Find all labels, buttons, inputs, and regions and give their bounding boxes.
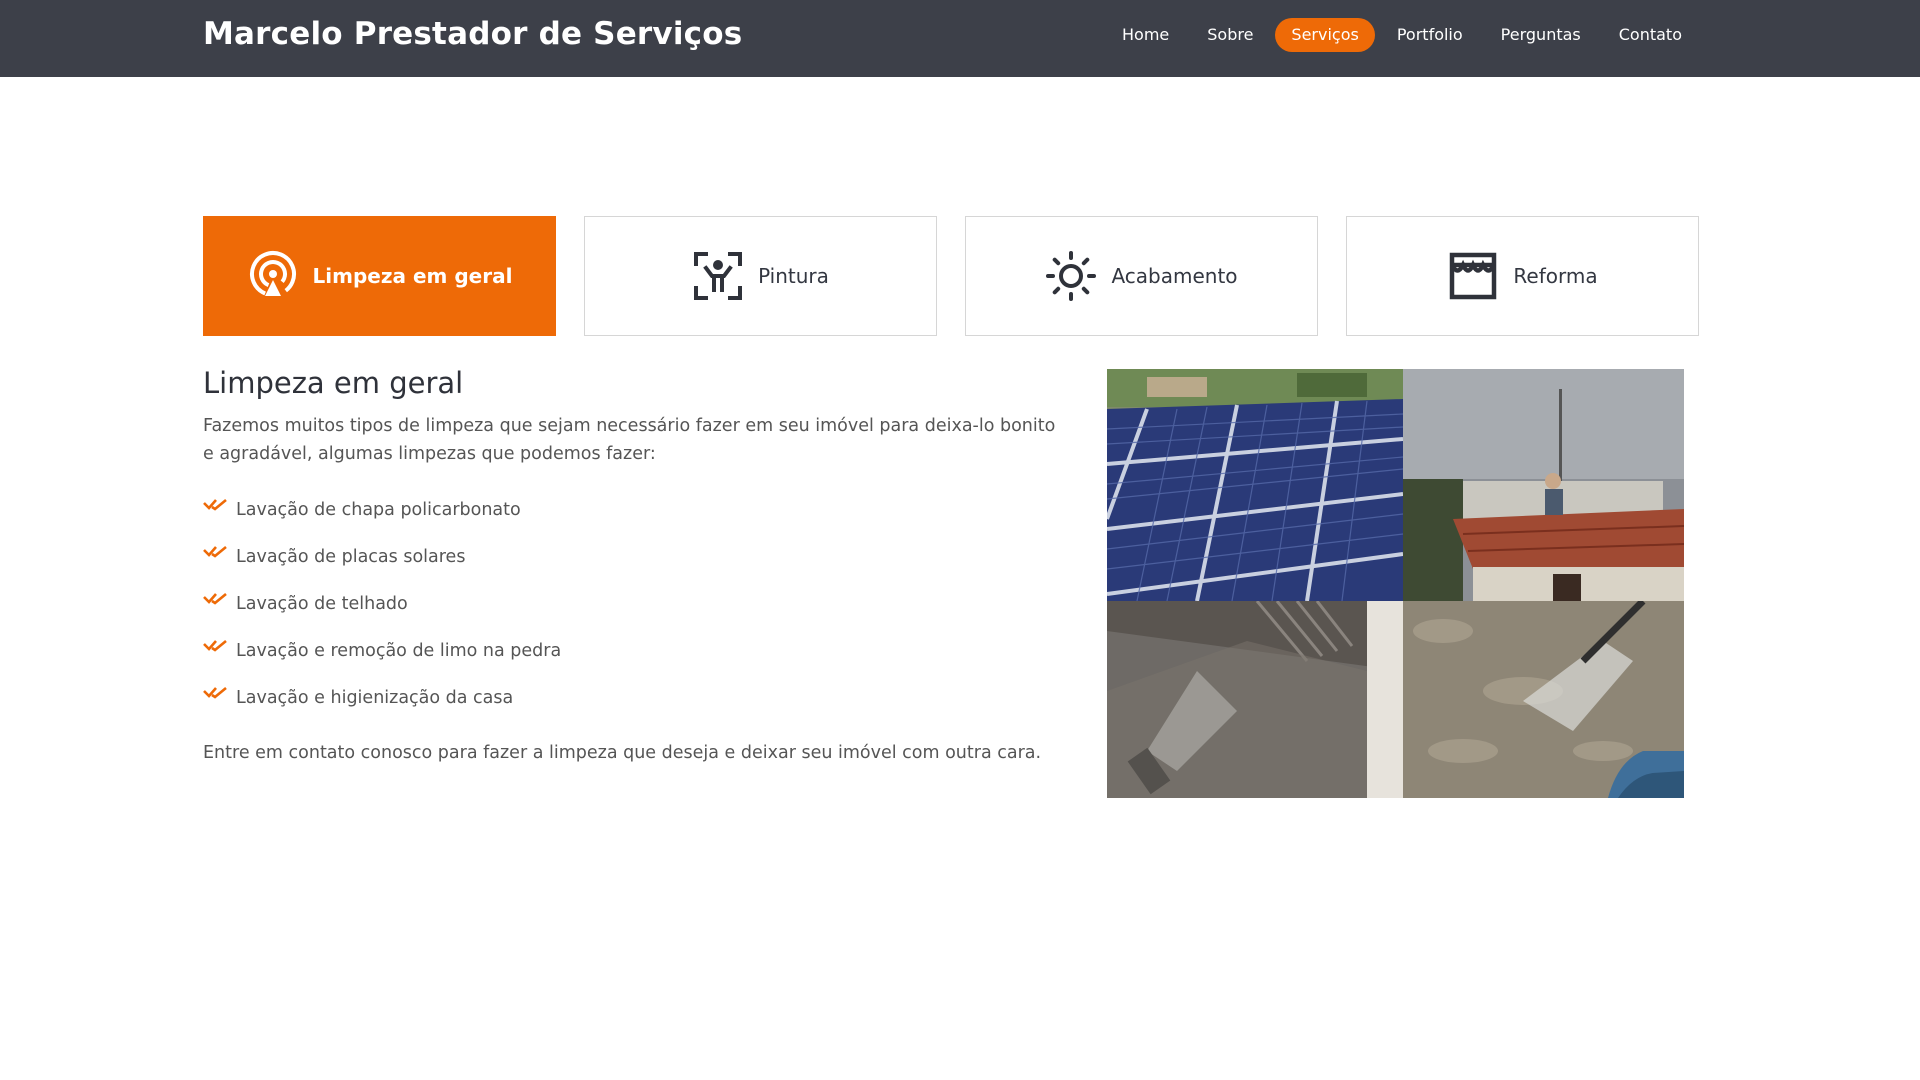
list-item: Lavação e higienização da casa bbox=[203, 674, 1063, 721]
double-check-icon bbox=[203, 592, 227, 605]
nav-perguntas[interactable]: Perguntas bbox=[1485, 18, 1597, 52]
tab-reforma[interactable]: Reforma bbox=[1346, 216, 1699, 336]
photo-roof-washing bbox=[1403, 369, 1684, 601]
person-scan-icon bbox=[692, 250, 744, 302]
nav-home[interactable]: Home bbox=[1106, 18, 1185, 52]
nav-contato[interactable]: Contato bbox=[1603, 18, 1698, 52]
tab-acabamento[interactable]: Acabamento bbox=[965, 216, 1318, 336]
service-tabs: Limpeza em geral Pintura Acabamento Refo… bbox=[203, 216, 1700, 336]
site-header: Marcelo Prestador de Serviços Home Sobre… bbox=[0, 0, 1920, 77]
nav-servicos[interactable]: Serviços bbox=[1275, 18, 1375, 52]
tab-label-reforma: Reforma bbox=[1513, 264, 1598, 288]
double-check-icon bbox=[203, 639, 227, 652]
list-item-label: Lavação e remoção de limo na pedra bbox=[236, 640, 562, 661]
list-item: Lavação de telhado bbox=[203, 580, 1063, 627]
tab-label-limpeza: Limpeza em geral bbox=[312, 264, 513, 288]
service-content: Limpeza em geral Fazemos muitos tipos de… bbox=[203, 366, 1063, 767]
tab-limpeza[interactable]: Limpeza em geral bbox=[203, 216, 556, 336]
main-nav: Home Sobre Serviços Portfolio Perguntas … bbox=[1106, 18, 1698, 52]
list-item: Lavação de chapa policarbonato bbox=[203, 486, 1063, 533]
list-item-label: Lavação e higienização da casa bbox=[236, 687, 514, 708]
list-item: Lavação de placas solares bbox=[203, 533, 1063, 580]
service-outro: Entre em contato conosco para fazer a li… bbox=[203, 743, 1042, 763]
nav-sobre[interactable]: Sobre bbox=[1191, 18, 1269, 52]
site-brand[interactable]: Marcelo Prestador de Serviços bbox=[203, 16, 742, 52]
photo-polycarbonate-washing bbox=[1107, 601, 1403, 798]
tab-pintura[interactable]: Pintura bbox=[584, 216, 937, 336]
list-item-label: Lavação de chapa policarbonato bbox=[236, 499, 521, 520]
double-check-icon bbox=[203, 545, 227, 558]
double-check-icon bbox=[203, 498, 227, 511]
tab-label-acabamento: Acabamento bbox=[1111, 264, 1238, 288]
double-check-icon bbox=[203, 686, 227, 699]
list-item-label: Lavação de placas solares bbox=[236, 546, 466, 567]
list-item-label: Lavação de telhado bbox=[236, 593, 408, 614]
service-photo-collage bbox=[1107, 369, 1684, 798]
photo-solar-panels bbox=[1107, 369, 1403, 601]
photo-stone-washing bbox=[1403, 601, 1684, 798]
tab-label-pintura: Pintura bbox=[758, 264, 829, 288]
storefront-icon bbox=[1447, 250, 1499, 302]
service-intro: Fazemos muitos tipos de limpeza que seja… bbox=[203, 416, 1056, 464]
broadcast-icon bbox=[247, 250, 299, 302]
service-title: Limpeza em geral bbox=[203, 366, 464, 400]
service-list: Lavação de chapa policarbonato Lavação d… bbox=[203, 486, 1063, 721]
nav-portfolio[interactable]: Portfolio bbox=[1381, 18, 1479, 52]
sun-icon bbox=[1045, 250, 1097, 302]
list-item: Lavação e remoção de limo na pedra bbox=[203, 627, 1063, 674]
